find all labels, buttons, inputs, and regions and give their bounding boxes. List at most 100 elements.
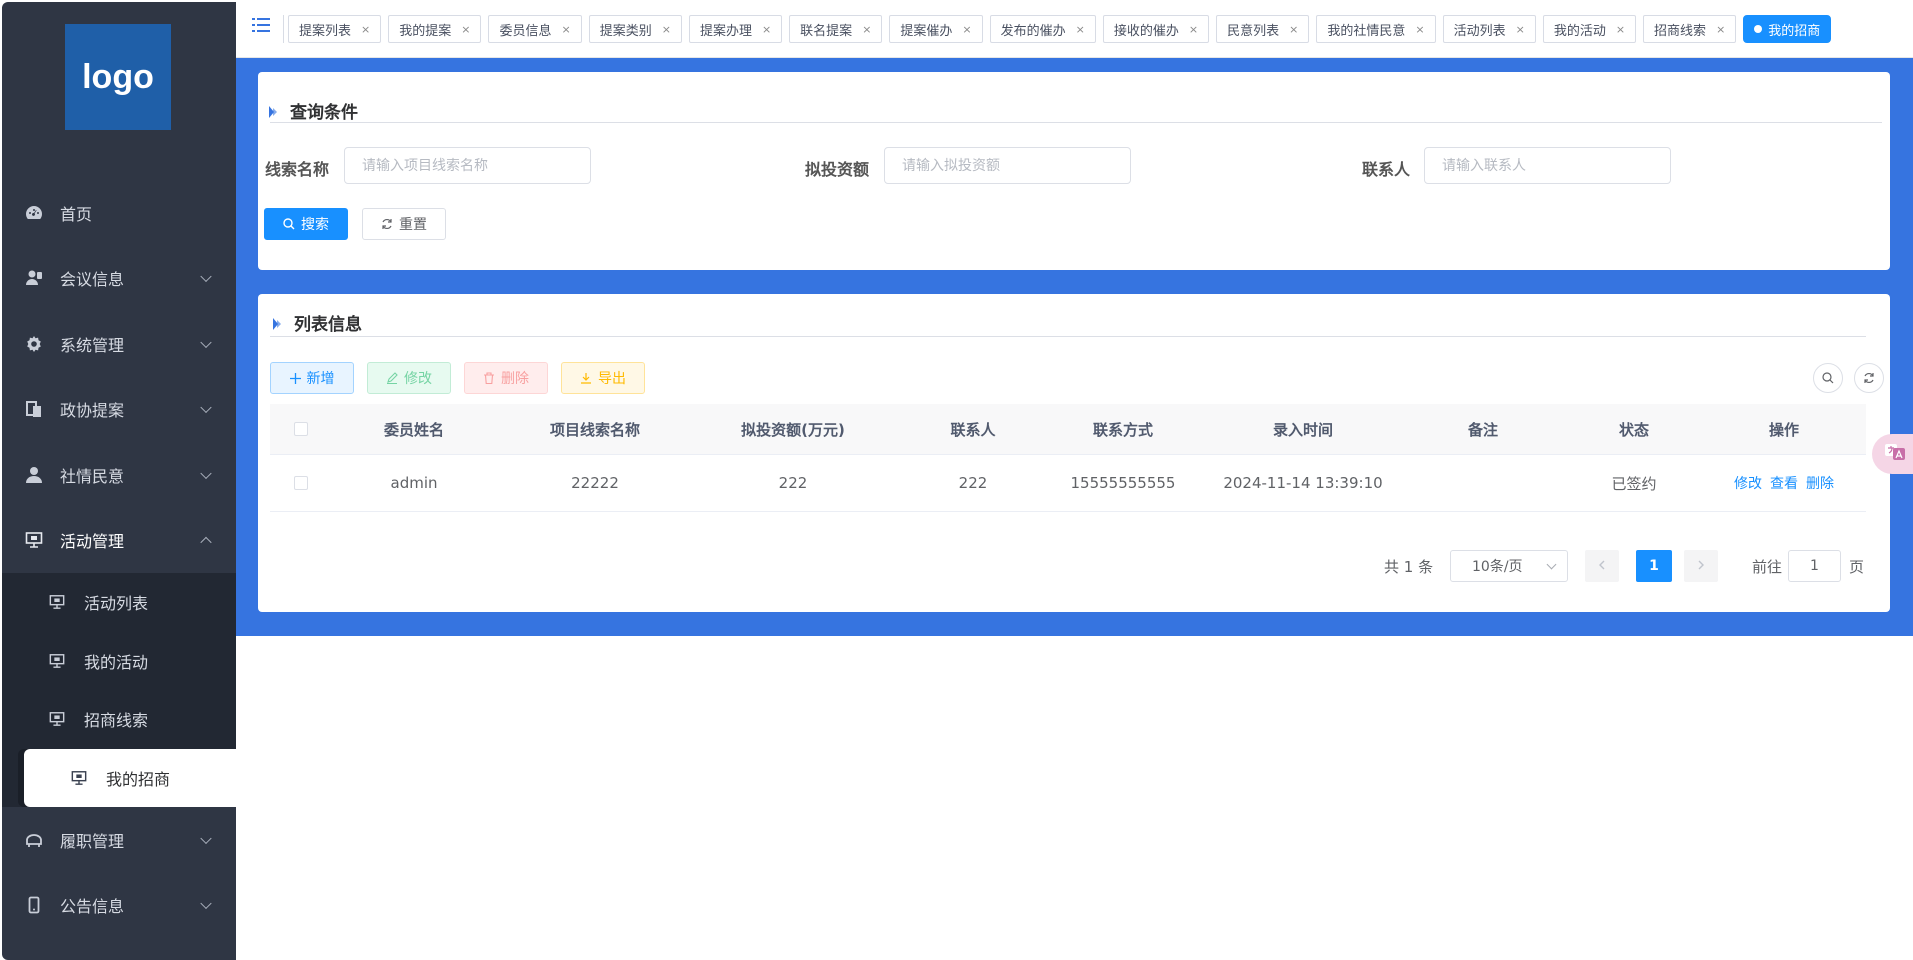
row-edit-link[interactable]: 修改	[1734, 476, 1762, 492]
divider	[270, 336, 1866, 337]
close-icon[interactable]: ×	[1616, 23, 1625, 36]
column-header[interactable]: 备注	[1414, 419, 1552, 440]
sidebar-subitem-my-investment[interactable]: 我的招商	[24, 748, 236, 807]
chevron-left-icon	[1598, 558, 1606, 574]
hamburger-menu-icon[interactable]	[252, 16, 270, 34]
list-panel: 列表信息 新增 修改 删除 导出 委员姓名 项目线索名称 拟投资额(万元) 联系…	[258, 294, 1890, 612]
tab-tag[interactable]: 接收的催办 ×	[1102, 15, 1210, 43]
field-label-investment: 拟投资额	[805, 160, 870, 179]
column-header[interactable]: 状态	[1552, 419, 1716, 440]
add-button[interactable]: 新增	[270, 362, 354, 394]
investment-amount-input[interactable]	[884, 147, 1131, 184]
tab-tag[interactable]: 发布的催办 ×	[989, 15, 1096, 43]
goto-label: 前往	[1752, 558, 1783, 576]
cell-amount: 222	[778, 474, 808, 492]
tab-tag[interactable]: 民意列表 ×	[1216, 15, 1310, 43]
tab-tag[interactable]: 提案类别 ×	[588, 15, 682, 43]
row-checkbox[interactable]	[294, 476, 308, 490]
column-header[interactable]: 拟投资额(万元)	[694, 419, 892, 440]
sidebar-item-duty[interactable]: 履职管理	[2, 807, 236, 873]
translate-icon	[1884, 441, 1906, 467]
page-number-current[interactable]: 1	[1636, 550, 1672, 582]
close-icon[interactable]: ×	[1415, 23, 1424, 36]
row-view-link[interactable]: 查看	[1770, 476, 1798, 492]
tab-tag[interactable]: 提案催办 ×	[889, 15, 983, 43]
close-icon[interactable]: ×	[762, 23, 771, 36]
reset-button[interactable]: 重置	[362, 208, 446, 240]
sidebar-item-system[interactable]: 系统管理	[2, 311, 236, 377]
column-header[interactable]: 联系人	[892, 419, 1054, 440]
lead-name-input[interactable]	[344, 147, 591, 184]
prev-page-button[interactable]	[1585, 550, 1619, 582]
close-icon[interactable]: ×	[561, 23, 570, 36]
column-header[interactable]: 联系方式	[1054, 419, 1192, 440]
sidebar-menu: 首页 会议信息 系统管理 政协提案 社情民意 活动管理 活动列表 我的活动 招商…	[2, 180, 236, 938]
tab-tag[interactable]: 提案列表 ×	[288, 15, 382, 43]
tab-tag-label: 发布的催办	[1000, 23, 1066, 39]
search-button[interactable]: 搜索	[264, 208, 348, 240]
contact-input[interactable]	[1424, 147, 1671, 184]
close-icon[interactable]: ×	[1189, 23, 1198, 36]
sidebar-item-label: 公告信息	[60, 897, 125, 917]
tab-tag[interactable]: 活动列表 ×	[1442, 15, 1536, 43]
select-all-checkbox[interactable]	[294, 422, 308, 436]
toggle-search-button[interactable]	[1813, 363, 1843, 393]
sidebar-item-meeting[interactable]: 会议信息	[2, 246, 236, 312]
chevron-down-icon	[200, 270, 212, 283]
chevron-up-icon	[200, 536, 212, 549]
sidebar-item-proposal[interactable]: 政协提案	[2, 377, 236, 443]
close-icon[interactable]: ×	[1716, 23, 1725, 36]
dashboard-icon	[24, 203, 44, 223]
close-icon[interactable]: ×	[361, 23, 370, 36]
logo: logo	[65, 24, 171, 130]
table-row[interactable]: admin 22222 222 222 15555555555 2024-11-…	[270, 455, 1866, 512]
column-header[interactable]: 录入时间	[1192, 419, 1414, 440]
monitor-icon	[48, 710, 66, 728]
close-icon[interactable]: ×	[862, 23, 871, 36]
close-icon[interactable]: ×	[962, 23, 971, 36]
row-select-cell	[270, 476, 332, 490]
sidebar-item-activity[interactable]: 活动管理	[2, 508, 236, 574]
next-page-button[interactable]	[1684, 550, 1718, 582]
close-icon[interactable]: ×	[662, 23, 671, 36]
cell-name: admin	[390, 474, 438, 492]
goto-page-input[interactable]	[1788, 550, 1841, 582]
tab-tag[interactable]: 我的社情民意 ×	[1316, 15, 1436, 43]
export-button[interactable]: 导出	[561, 362, 645, 394]
sidebar-item-home[interactable]: 首页	[2, 180, 236, 246]
tab-tag[interactable]: 招商线索 ×	[1643, 15, 1737, 43]
tab-tag[interactable]: 我的提案 ×	[388, 15, 482, 43]
tab-tag-label: 联名提案	[800, 23, 853, 39]
refresh-icon	[381, 218, 393, 230]
sidebar-subitem-investment-leads[interactable]: 招商线索	[2, 690, 236, 749]
close-icon[interactable]: ×	[1076, 23, 1085, 36]
tab-tag[interactable]: 联名提案 ×	[789, 15, 883, 43]
sidebar-item-opinion[interactable]: 社情民意	[2, 442, 236, 508]
page-size-select[interactable]: 10条/页	[1450, 550, 1568, 582]
delete-button[interactable]: 删除	[464, 362, 548, 394]
column-header[interactable]: 委员姓名	[332, 419, 496, 440]
search-icon	[1822, 369, 1834, 388]
close-icon[interactable]: ×	[461, 23, 470, 36]
refresh-button[interactable]	[1854, 363, 1884, 393]
translate-widget[interactable]	[1872, 434, 1913, 474]
tab-tag[interactable]: 我的活动 ×	[1542, 15, 1637, 43]
sidebar-item-label: 社情民意	[60, 466, 125, 486]
sidebar-subitem-my-activity[interactable]: 我的活动	[2, 632, 236, 691]
tab-tag[interactable]: 提案办理 ×	[688, 15, 783, 43]
row-delete-link[interactable]: 删除	[1806, 476, 1834, 492]
tab-tag[interactable]: 委员信息 ×	[488, 15, 582, 43]
chevron-down-icon	[200, 336, 212, 348]
export-button-label: 导出	[598, 371, 626, 387]
sidebar-item-notice[interactable]: 公告信息	[2, 873, 236, 939]
close-icon[interactable]: ×	[1289, 23, 1298, 36]
column-header[interactable]: 项目线索名称	[496, 419, 694, 440]
tab-tag-active[interactable]: 我的招商	[1743, 15, 1832, 43]
edit-button[interactable]: 修改	[367, 362, 451, 394]
cell-actions: 修改 查看 删除	[1716, 473, 1852, 493]
trash-icon	[483, 372, 495, 384]
sidebar-subitem-label: 招商线索	[84, 711, 149, 731]
close-icon[interactable]: ×	[1516, 23, 1525, 36]
query-panel-title: 查询条件	[266, 98, 358, 123]
sidebar-subitem-activity-list[interactable]: 活动列表	[2, 573, 236, 632]
